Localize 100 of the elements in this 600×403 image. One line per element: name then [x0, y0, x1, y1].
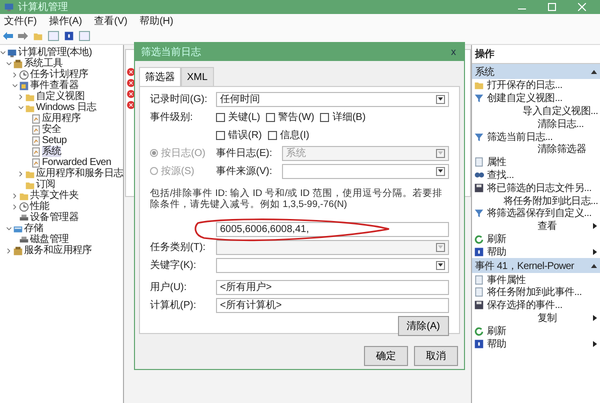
- page-icon: [474, 287, 484, 298]
- action-item[interactable]: 帮助: [487, 244, 598, 259]
- clear-button[interactable]: 清除(A): [398, 316, 449, 336]
- back-arrow-icon[interactable]: [3, 32, 13, 40]
- collapsed-caret-icon[interactable]: [18, 94, 24, 100]
- computer-icon: [4, 2, 14, 12]
- expanded-caret-icon[interactable]: [0, 50, 6, 56]
- action-item[interactable]: 帮助: [487, 336, 598, 351]
- tree-item[interactable]: 应用程序和服务日志: [36, 168, 123, 179]
- checkbox-label[interactable]: 警告(W): [278, 110, 314, 124]
- checkbox-label[interactable]: 信息(I): [280, 128, 310, 142]
- page-icon: [474, 274, 484, 285]
- filter-icon: [474, 93, 484, 104]
- action-item[interactable]: 保存选择的事件...: [487, 298, 598, 312]
- action-item[interactable]: 将已筛选的日志文件另...: [487, 180, 598, 195]
- submenu-arrow-icon: [593, 223, 597, 230]
- collapse-arrow-icon[interactable]: [591, 70, 597, 74]
- log-icon: [31, 124, 41, 134]
- expanded-caret-icon[interactable]: [18, 104, 24, 110]
- computer-field[interactable]: <所有计算机>: [216, 298, 449, 312]
- action-item[interactable]: 将任务附加到此事件...: [487, 285, 598, 300]
- checkbox-label[interactable]: 详细(B): [332, 110, 366, 124]
- collapsed-caret-icon[interactable]: [12, 204, 18, 210]
- tree-item[interactable]: 自定义视图: [36, 91, 85, 102]
- collapsed-caret-icon[interactable]: [18, 170, 24, 176]
- field-label: 关键字(K):: [150, 258, 198, 272]
- action-item[interactable]: 将筛选器保存到自定义...: [487, 206, 598, 220]
- close-button[interactable]: x: [449, 46, 458, 58]
- collapse-arrow-icon[interactable]: [591, 264, 597, 268]
- toolbox-icon: [13, 58, 23, 68]
- tree-item[interactable]: 磁盘管理: [30, 234, 69, 245]
- tree-item[interactable]: 存储: [24, 223, 44, 234]
- checkbox-label[interactable]: 关键(L): [228, 110, 260, 124]
- dropdown-arrow-icon[interactable]: [436, 166, 445, 176]
- action-item[interactable]: 清除日志...: [538, 116, 598, 131]
- expanded-caret-icon[interactable]: [12, 82, 18, 88]
- action-item[interactable]: 查看: [538, 219, 598, 234]
- checkbox[interactable]: [266, 112, 276, 122]
- expanded-caret-icon[interactable]: [6, 60, 12, 66]
- section-header[interactable]: 系统: [472, 64, 600, 79]
- log-icon: [31, 158, 41, 168]
- tree-item[interactable]: Setup: [42, 135, 67, 146]
- action-item[interactable]: 筛选当前日志...: [487, 130, 598, 144]
- collapsed-caret-icon[interactable]: [6, 248, 12, 254]
- checkbox[interactable]: [216, 130, 225, 140]
- tree-item[interactable]: 事件查看器: [30, 80, 79, 91]
- action-item[interactable]: 将任务附加到此日志...: [503, 194, 598, 208]
- tree-item[interactable]: 任务计划程序: [30, 69, 88, 80]
- collapsed-caret-icon[interactable]: [12, 72, 18, 78]
- tab[interactable]: 筛选器: [139, 67, 181, 86]
- close-icon[interactable]: [578, 3, 586, 11]
- checkbox-label[interactable]: 错误(R): [228, 128, 262, 142]
- action-item[interactable]: 刷新: [487, 232, 598, 246]
- ok-button[interactable]: 确定: [364, 346, 408, 366]
- menu-item[interactable]: 查看(V): [94, 14, 128, 28]
- dropdown-arrow-icon[interactable]: [436, 260, 445, 270]
- event-id-field[interactable]: 6005,6006,6008,41,: [216, 222, 449, 236]
- user-field[interactable]: <所有用户>: [216, 280, 449, 294]
- help-icon[interactable]: [64, 31, 74, 41]
- action-item[interactable]: 查找...: [487, 168, 598, 182]
- action-item[interactable]: 刷新: [487, 324, 598, 338]
- menu-item[interactable]: 帮助(H): [139, 14, 174, 28]
- device-icon: [19, 234, 29, 244]
- action-item[interactable]: 清除筛选器: [538, 142, 598, 156]
- dropdown-arrow-icon[interactable]: [436, 94, 445, 104]
- menu-item[interactable]: 文件(F): [4, 14, 37, 28]
- cancel-button[interactable]: 取消: [414, 346, 458, 366]
- action-item[interactable]: 导入自定义视图...: [522, 104, 598, 118]
- action-item[interactable]: 复制: [538, 310, 598, 325]
- tab[interactable]: XML: [181, 67, 214, 86]
- page-icon: [474, 157, 484, 168]
- tree-item[interactable]: 服务和应用程序: [24, 245, 92, 256]
- tree-item[interactable]: Forwarded Even: [42, 157, 112, 168]
- tree-item[interactable]: 系统工具: [24, 58, 63, 69]
- tree-item[interactable]: 共享文件夹: [30, 190, 79, 201]
- action-item[interactable]: 创建自定义视图...: [487, 91, 598, 106]
- tree-item[interactable]: 性能: [30, 201, 50, 212]
- action-item[interactable]: 事件属性: [487, 272, 598, 287]
- section-header[interactable]: 事件 41，Kernel-Power: [472, 258, 600, 274]
- action-item[interactable]: 打开保存的日志...: [487, 78, 598, 92]
- maximize-icon[interactable]: [548, 3, 556, 11]
- tree-item[interactable]: 设备管理器: [30, 212, 79, 223]
- menu-item[interactable]: 操作(A): [48, 14, 82, 28]
- tree-item[interactable]: 订阅: [36, 179, 56, 190]
- tree-item[interactable]: 系统: [42, 146, 62, 157]
- submenu-arrow-icon: [593, 248, 597, 255]
- tree-item[interactable]: Windows 日志: [36, 102, 96, 113]
- tree-item[interactable]: 应用程序: [42, 113, 81, 124]
- folder-icon: [474, 80, 484, 90]
- time-dropdown[interactable]: 任何时间: [216, 92, 449, 106]
- tree-item[interactable]: 安全: [42, 124, 62, 135]
- checkbox[interactable]: [216, 112, 225, 122]
- field-label: 事件日志(E):: [216, 146, 274, 160]
- expanded-caret-icon[interactable]: [6, 226, 12, 232]
- checkbox[interactable]: [320, 112, 330, 122]
- checkbox[interactable]: [268, 130, 277, 140]
- collapsed-caret-icon[interactable]: [12, 192, 18, 198]
- action-item[interactable]: 属性: [487, 155, 598, 170]
- tree-item[interactable]: 计算机管理(本地): [18, 47, 92, 58]
- forward-arrow-icon[interactable]: [18, 32, 28, 40]
